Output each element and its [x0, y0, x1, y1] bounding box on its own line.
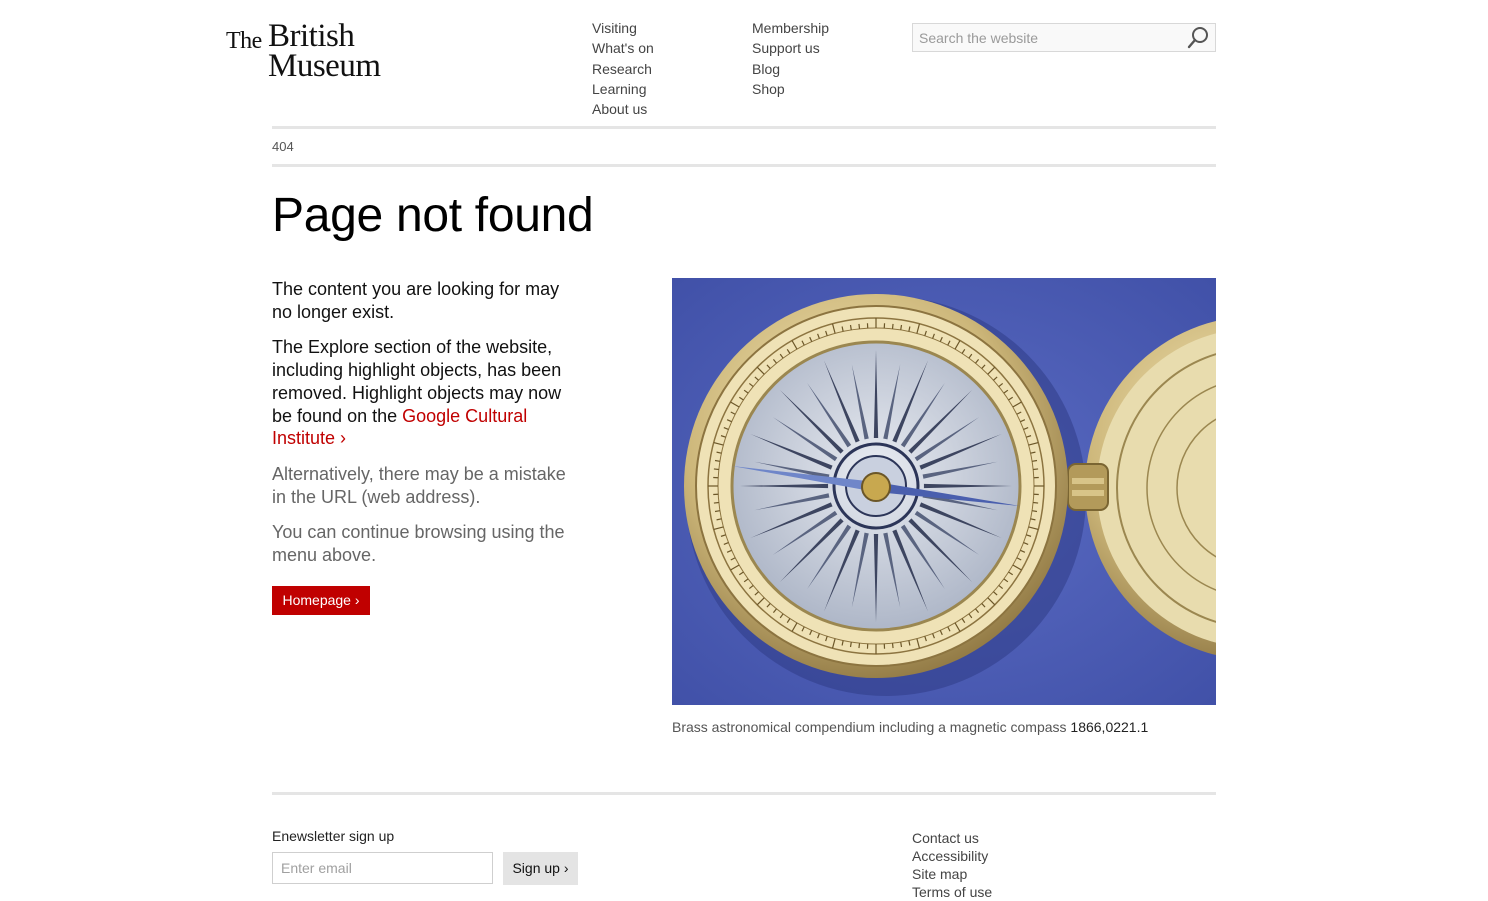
page-title: Page not found [272, 186, 593, 246]
nav-blog[interactable]: Blog [752, 59, 829, 79]
newsletter-label: Enewsletter sign up [272, 828, 394, 844]
compass-image [672, 278, 1216, 705]
image-caption: Brass astronomical compendium including … [672, 719, 1148, 735]
breadcrumb: 404 [272, 139, 294, 154]
nav-about-us[interactable]: About us [592, 99, 654, 119]
search-input[interactable] [913, 24, 1181, 51]
main-nav-primary: Visiting What's on Research Learning Abo… [592, 18, 654, 119]
error-message: The content you are looking for may no l… [272, 278, 572, 580]
nav-whats-on[interactable]: What's on [592, 38, 654, 58]
message-url-mistake: Alternatively, there may be a mistake in… [272, 463, 572, 508]
british-museum-logo[interactable]: The British Museum [226, 20, 406, 82]
homepage-button[interactable]: Homepage › [272, 586, 370, 615]
footer-link-site-map[interactable]: Site map [912, 865, 992, 883]
footer-links: Contact us Accessibility Site map Terms … [912, 829, 992, 901]
registration-number: 1866,0221.1 [1070, 719, 1148, 735]
email-input[interactable] [272, 852, 493, 884]
search-box [912, 23, 1216, 52]
compass-illustration [672, 278, 1216, 705]
footer-link-terms-of-use[interactable]: Terms of use [912, 883, 992, 901]
breadcrumb-divider [272, 164, 1216, 167]
message-continue-browsing: You can continue browsing using the menu… [272, 521, 572, 566]
footer-link-accessibility[interactable]: Accessibility [912, 847, 992, 865]
footer-divider [272, 792, 1216, 795]
logo-the: The [226, 28, 262, 55]
caption-text: Brass astronomical compendium including … [672, 719, 1067, 735]
nav-research[interactable]: Research [592, 59, 654, 79]
search-icon[interactable] [1185, 25, 1211, 51]
signup-button[interactable]: Sign up › [503, 852, 578, 885]
nav-support-us[interactable]: Support us [752, 38, 829, 58]
footer-link-contact-us[interactable]: Contact us [912, 829, 992, 847]
nav-shop[interactable]: Shop [752, 79, 829, 99]
message-missing-content: The content you are looking for may no l… [272, 278, 572, 323]
main-nav-secondary: Membership Support us Blog Shop [752, 18, 829, 99]
message-explore-removed: The Explore section of the website, incl… [272, 336, 572, 450]
nav-learning[interactable]: Learning [592, 79, 654, 99]
nav-visiting[interactable]: Visiting [592, 18, 654, 38]
header-divider [272, 126, 1216, 129]
nav-membership[interactable]: Membership [752, 18, 829, 38]
logo-museum: Museum [268, 48, 381, 84]
